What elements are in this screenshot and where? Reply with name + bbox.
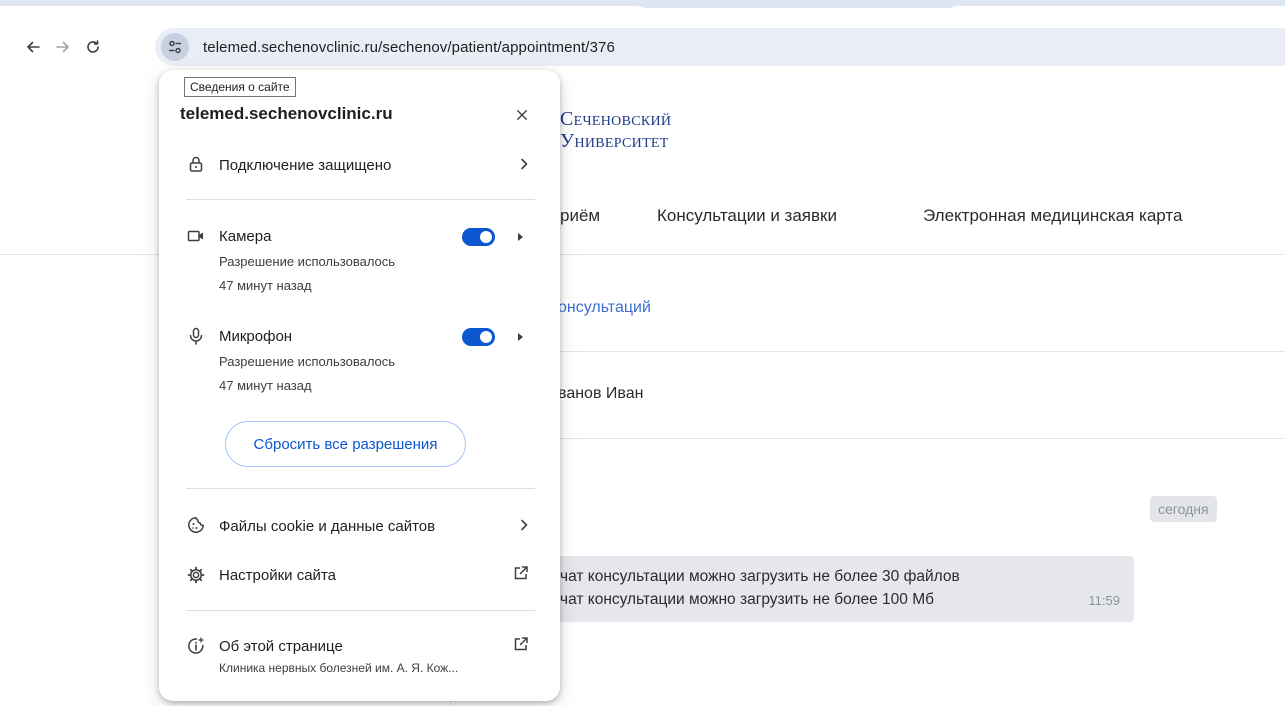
- browser-toolbar: telemed.sechenovclinic.ru/sechenov/patie…: [0, 24, 1285, 70]
- popup-title: telemed.sechenovclinic.ru: [180, 104, 393, 123]
- site-settings-label: Настройки сайта: [219, 567, 336, 584]
- cookie-icon: [186, 515, 206, 535]
- cookies-label: Файлы cookie и данные сайтов: [219, 518, 436, 535]
- nav-appointment[interactable]: риём: [560, 206, 600, 226]
- microphone-permission-row: Микрофон Разрешение использовалось 47 ми…: [159, 322, 560, 396]
- chat-message: чат консультации можно загрузить не боле…: [540, 556, 1134, 622]
- gear-icon: [186, 565, 206, 585]
- inactive-tab-edge: [946, 6, 1285, 24]
- divider: [186, 199, 535, 200]
- logo-line-1: Сеченовский: [560, 108, 672, 130]
- divider: [450, 351, 1285, 352]
- date-badge: сегодня: [1150, 496, 1217, 522]
- microphone-status: Разрешение использовалось: [219, 354, 396, 369]
- tab-strip: [0, 0, 1285, 24]
- tooltip: Сведения о сайте: [184, 77, 296, 97]
- logo-line-2: Университет: [560, 130, 669, 152]
- site-info-button[interactable]: [161, 33, 189, 61]
- about-page-row[interactable]: Об этой странице Клиника нервных болезне…: [159, 632, 560, 680]
- microphone-icon: [186, 326, 206, 346]
- url-text[interactable]: telemed.sechenovclinic.ru/sechenov/patie…: [203, 39, 615, 56]
- arrow-right-icon: [56, 41, 69, 53]
- connection-label: Подключение защищено: [219, 157, 392, 174]
- close-icon: [517, 110, 527, 120]
- site-info-popup: telemed.sechenovclinic.ru Подключение за…: [159, 70, 560, 701]
- microphone-toggle[interactable]: [462, 328, 495, 346]
- camera-label: Камера: [219, 228, 272, 245]
- microphone-time: 47 минут назад: [219, 378, 312, 393]
- chevron-right-icon: [517, 518, 531, 532]
- camera-permission-row: Камера Разрешение использовалось 47 мину…: [159, 222, 560, 296]
- external-link-icon: [513, 636, 531, 654]
- divider: [186, 488, 535, 489]
- message-time: 11:59: [1088, 593, 1120, 608]
- chevron-right-icon: [517, 157, 531, 171]
- reset-permissions-button[interactable]: Сбросить все разрешения: [225, 421, 466, 467]
- back-button[interactable]: [20, 34, 46, 60]
- active-tab-edge: [0, 6, 650, 24]
- info-sparkle-icon: [186, 636, 206, 656]
- address-bar[interactable]: telemed.sechenovclinic.ru/sechenov/patie…: [155, 28, 1285, 66]
- close-button[interactable]: [511, 104, 533, 126]
- external-link-icon: [513, 565, 531, 583]
- expand-arrow-icon[interactable]: [518, 233, 523, 241]
- camera-toggle[interactable]: [462, 228, 495, 246]
- about-page-subtitle: Клиника нервных болезней им. А. Я. Кож..…: [219, 661, 459, 675]
- arrow-left-icon: [27, 41, 40, 53]
- camera-status: Разрешение использовалось: [219, 254, 396, 269]
- divider: [450, 438, 1285, 439]
- nav-medical-record[interactable]: Электронная медицинская карта: [923, 206, 1182, 226]
- forward-button[interactable]: [50, 34, 76, 60]
- camera-time: 47 минут назад: [219, 278, 312, 293]
- patient-name: ванов Иван: [558, 385, 644, 402]
- university-logo[interactable]: Сеченовский Университет: [560, 108, 671, 152]
- message-line-1: чат консультации можно загрузить не боле…: [560, 568, 960, 585]
- cookies-row[interactable]: Файлы cookie и данные сайтов: [159, 510, 560, 540]
- message-line-2: чат консультации можно загрузить не боле…: [560, 591, 934, 608]
- expand-arrow-icon[interactable]: [518, 333, 523, 341]
- lock-icon: [186, 154, 206, 174]
- breadcrumb[interactable]: онсультаций: [558, 299, 651, 317]
- nav-consultations[interactable]: Консультации и заявки: [657, 206, 837, 226]
- divider: [186, 610, 535, 611]
- reload-button[interactable]: [80, 34, 106, 60]
- about-page-label: Об этой странице: [219, 638, 343, 655]
- camera-icon: [186, 226, 206, 246]
- tune-icon: [169, 40, 181, 54]
- site-settings-row[interactable]: Настройки сайта: [159, 560, 560, 590]
- microphone-label: Микрофон: [219, 328, 293, 345]
- connection-row[interactable]: Подключение защищено: [159, 148, 560, 180]
- reload-icon: [87, 40, 99, 53]
